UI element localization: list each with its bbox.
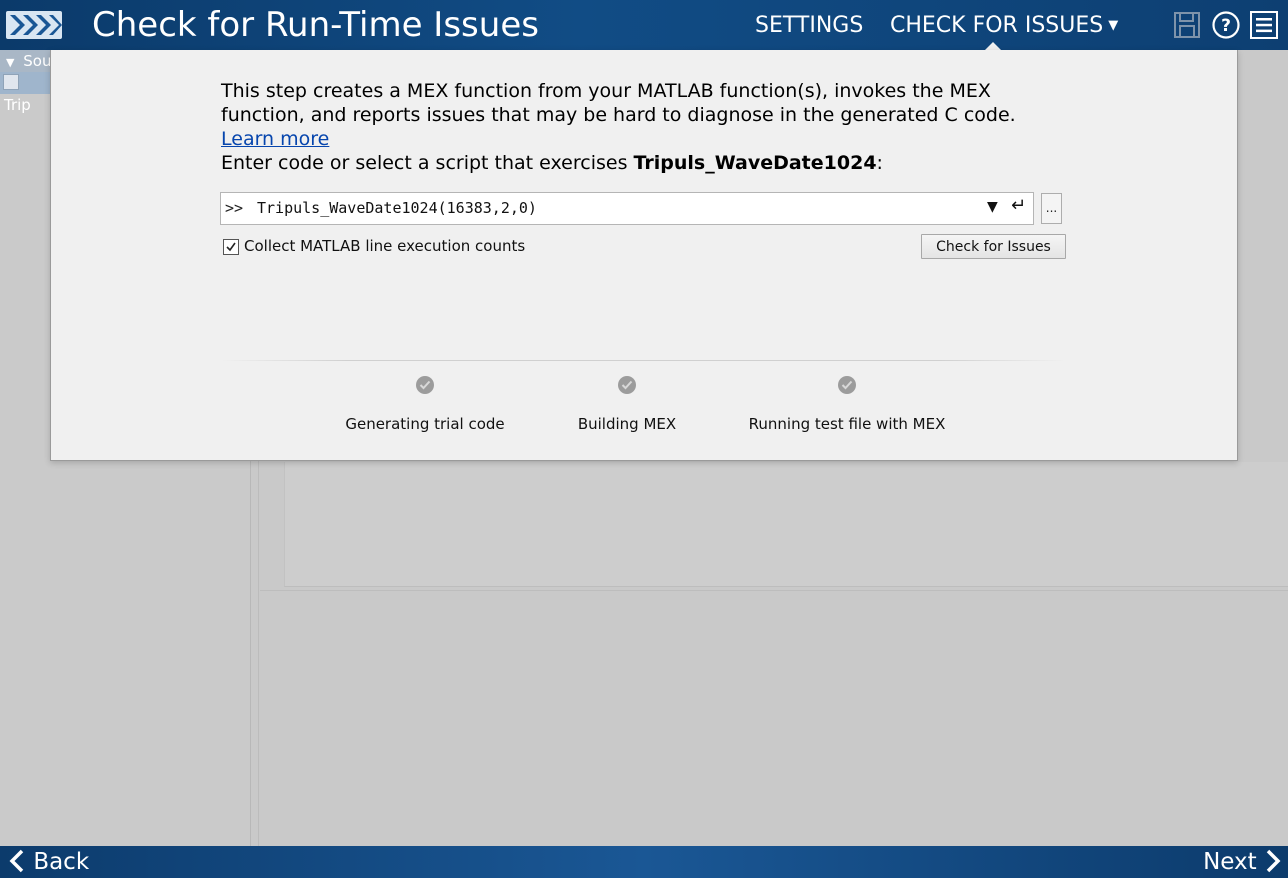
- tree-item-source[interactable]: ▼ Sou: [0, 50, 52, 72]
- background-divider: [260, 590, 1288, 591]
- function-name: Tripuls_WaveDate1024: [633, 152, 877, 174]
- command-field[interactable]: >> ▼ ↵: [220, 192, 1034, 225]
- dropdown-arrow-icon[interactable]: ▼: [987, 199, 998, 215]
- check-issues-dialog: This step creates a MEX function from yo…: [50, 50, 1238, 461]
- step-complete-icon: [838, 376, 856, 394]
- help-icon[interactable]: ?: [1211, 10, 1241, 40]
- check-for-issues-button[interactable]: Check for Issues: [921, 234, 1066, 259]
- chevron-left-icon: [9, 849, 24, 873]
- command-prompt: >>: [225, 199, 244, 217]
- script-prompt: Enter code or select a script that exerc…: [221, 151, 883, 175]
- menu-icon[interactable]: [1249, 10, 1279, 40]
- step-complete-icon: [618, 376, 636, 394]
- description-text: This step creates a MEX function from yo…: [221, 80, 1016, 126]
- collect-counts-checkbox[interactable]: [223, 239, 239, 255]
- next-button[interactable]: Next: [1203, 847, 1282, 877]
- step-label-building: Building MEX: [577, 415, 677, 433]
- next-label: Next: [1203, 849, 1257, 875]
- app-header: Check for Run-Time Issues SETTINGS CHECK…: [0, 0, 1288, 50]
- check-for-issues-label: CHECK FOR ISSUES: [890, 13, 1104, 38]
- command-input[interactable]: [257, 197, 957, 219]
- browse-button[interactable]: ...: [1041, 193, 1062, 224]
- triangle-down-icon: ▼: [6, 56, 15, 69]
- save-icon[interactable]: [1172, 10, 1202, 40]
- check-for-issues-tab[interactable]: CHECK FOR ISSUES ▼: [890, 12, 1118, 40]
- collect-counts-label[interactable]: Collect MATLAB line execution counts: [244, 236, 525, 256]
- caret-down-icon: ▼: [1108, 18, 1119, 33]
- learn-more-link[interactable]: Learn more: [221, 128, 329, 150]
- tree-item-label: Trip: [4, 96, 31, 114]
- chevron-right-icon: [1266, 849, 1281, 873]
- wizard-footer: Back Next: [0, 846, 1288, 878]
- file-icon: [3, 74, 19, 90]
- background-pane: [284, 462, 1288, 587]
- checkmark-icon: [226, 242, 236, 252]
- back-button[interactable]: Back: [8, 847, 89, 877]
- prompt-suffix: :: [876, 152, 883, 174]
- step-label-running: Running test file with MEX: [748, 415, 946, 433]
- step-description: This step creates a MEX function from yo…: [221, 79, 1061, 151]
- workflow-logo-icon: [6, 11, 62, 39]
- active-tab-pointer: [985, 42, 1001, 50]
- step-complete-icon: [416, 376, 434, 394]
- tree-item-label: Sou: [23, 52, 52, 70]
- steps-divider: [221, 360, 1066, 361]
- back-label: Back: [33, 849, 90, 875]
- tree-item-file[interactable]: Trip: [0, 72, 52, 114]
- step-label-generating: Generating trial code: [345, 415, 505, 433]
- settings-tab[interactable]: SETTINGS: [755, 12, 863, 40]
- prompt-prefix: Enter code or select a script that exerc…: [221, 152, 628, 174]
- page-title: Check for Run-Time Issues: [92, 5, 539, 45]
- svg-text:?: ?: [1221, 16, 1231, 36]
- enter-icon[interactable]: ↵: [1011, 195, 1026, 216]
